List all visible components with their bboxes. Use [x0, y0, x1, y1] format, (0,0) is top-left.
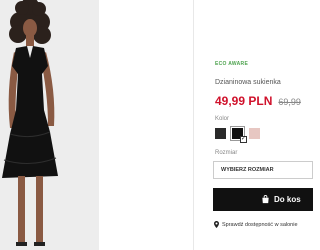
- product-title: Dzianinowa sukienka: [215, 79, 281, 86]
- current-price: 49,99 PLN: [215, 94, 273, 108]
- eco-aware-badge: ECO AWARE: [215, 61, 249, 67]
- add-to-cart-button[interactable]: Do kos: [213, 188, 313, 211]
- checkmark-icon: ✓: [240, 136, 247, 143]
- column-divider: [193, 0, 194, 250]
- color-label: Kolor: [215, 116, 230, 122]
- old-price: 69,99: [278, 97, 301, 107]
- color-swatch-dark-grey[interactable]: [215, 128, 226, 139]
- location-pin-icon: [214, 221, 219, 228]
- model-wearing-dress-image: [0, 0, 99, 250]
- availability-text: Sprawdź dostępność w salonie: [222, 221, 298, 228]
- add-to-cart-label: Do kos: [274, 195, 301, 204]
- color-swatch-black[interactable]: ✓: [230, 126, 247, 143]
- color-swatch-pink[interactable]: [249, 128, 260, 139]
- size-label: Rozmiar: [215, 150, 238, 156]
- cart-icon: [262, 195, 269, 204]
- check-availability-link[interactable]: Sprawdź dostępność w salonie: [214, 221, 298, 228]
- color-swatches: ✓: [215, 126, 260, 143]
- size-select[interactable]: WYBIERZ ROZMIAR: [213, 161, 313, 179]
- price-row: 49,99 PLN 69,99: [215, 92, 301, 110]
- product-photo[interactable]: [0, 0, 99, 250]
